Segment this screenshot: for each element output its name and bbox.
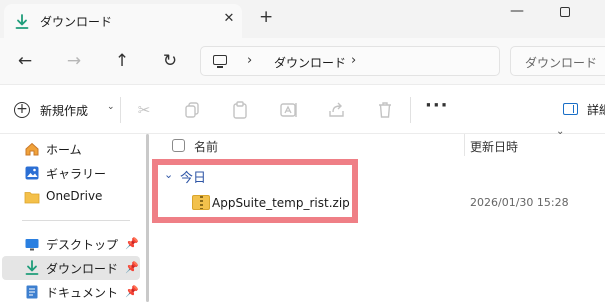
sidebar-divider: [22, 220, 130, 221]
navigation-pane: ホーム ギャラリー OneDrive デスクトップ 📌 ダウンロード 📌 ドキュ…: [0, 134, 149, 302]
sidebar-item-label: デスクトップ: [46, 238, 119, 252]
chevron-down-icon: ⌄: [107, 102, 115, 112]
sidebar-item-desktop[interactable]: デスクトップ 📌: [2, 232, 140, 256]
sidebar-item-onedrive[interactable]: OneDrive: [2, 185, 140, 209]
new-tab-button[interactable]: +: [259, 7, 273, 27]
sidebar-item-documents[interactable]: ドキュメント 📌: [2, 280, 140, 302]
up-button[interactable]: ↑: [111, 50, 133, 72]
folder-icon: [24, 192, 40, 204]
sidebar-item-label: ドキュメント: [46, 286, 119, 300]
tab-downloads[interactable]: ダウンロード ✕: [4, 4, 242, 38]
sort-chevron-icon: ⌄: [556, 126, 565, 137]
pin-icon: 📌: [125, 261, 139, 274]
share-icon[interactable]: [326, 99, 348, 121]
home-icon: [25, 142, 39, 156]
column-divider[interactable]: [464, 134, 465, 156]
copy-icon[interactable]: [182, 99, 204, 121]
navigation-bar: ← → ↑ ↻ › ダウンロード › ダウンロード: [0, 38, 605, 84]
breadcrumb-chevron-icon[interactable]: ›: [247, 53, 252, 68]
toolbar-divider: [410, 97, 411, 123]
back-button[interactable]: ←: [14, 50, 36, 72]
new-button-label: 新規作成: [40, 104, 89, 118]
more-options-icon[interactable]: ···: [425, 95, 449, 116]
file-row[interactable]: AppSuite_temp_rist.zip: [168, 192, 350, 216]
file-list: 名前 更新日時 ⌄ ⌄ 今日 AppSuite_temp_rist.zip 20…: [152, 126, 605, 302]
file-modified-date: 2026/01/30 15:28: [470, 196, 569, 209]
sidebar-item-label: ホーム: [46, 143, 82, 157]
forward-button[interactable]: →: [63, 50, 85, 72]
zip-folder-icon: [192, 195, 210, 210]
sidebar-item-downloads[interactable]: ダウンロード 📌: [2, 256, 140, 280]
minimize-button[interactable]: —: [510, 3, 524, 19]
this-pc-icon[interactable]: [213, 55, 227, 68]
group-collapse-chevron-icon[interactable]: ⌄: [164, 168, 173, 181]
document-icon: [26, 285, 38, 299]
command-bar: + 新規作成 ⌄ ✂ ··· 詳細: [0, 84, 605, 134]
search-input[interactable]: ダウンロード: [510, 46, 605, 76]
column-header-date[interactable]: 更新日時: [470, 138, 518, 155]
pin-icon: 📌: [125, 237, 139, 250]
column-header-name[interactable]: 名前: [194, 138, 218, 155]
group-header-today[interactable]: 今日: [180, 167, 206, 186]
breadcrumb-downloads[interactable]: ダウンロード: [274, 54, 346, 71]
download-icon: [25, 260, 39, 275]
select-all-checkbox[interactable]: [172, 139, 185, 152]
add-circle-icon: +: [14, 102, 30, 118]
close-tab-icon[interactable]: ✕: [220, 11, 238, 26]
toolbar-divider: [120, 97, 121, 123]
maximize-button[interactable]: [560, 7, 570, 17]
desktop-icon: [25, 239, 39, 251]
sidebar-item-gallery[interactable]: ギャラリー: [2, 161, 140, 185]
rename-icon[interactable]: [278, 99, 300, 121]
gallery-icon: [25, 166, 39, 180]
address-bar[interactable]: › ダウンロード ›: [200, 46, 500, 76]
pin-icon: 📌: [125, 285, 139, 298]
sidebar-item-label: OneDrive: [46, 189, 103, 203]
file-name: AppSuite_temp_rist.zip: [212, 196, 350, 210]
search-placeholder: ダウンロード: [525, 56, 598, 70]
tab-title: ダウンロード: [40, 15, 113, 29]
cut-icon[interactable]: ✂: [133, 99, 155, 121]
sidebar-item-home[interactable]: ホーム: [2, 137, 140, 161]
tab-strip: ダウンロード ✕ + —: [0, 0, 605, 38]
breadcrumb-chevron-icon[interactable]: ›: [351, 53, 356, 68]
sidebar-item-label: ギャラリー: [46, 167, 107, 181]
details-label: 詳細: [587, 103, 605, 117]
details-pane-icon: [563, 103, 578, 115]
paste-icon[interactable]: [229, 99, 251, 121]
sidebar-scrollbar[interactable]: [146, 134, 149, 302]
sidebar-item-label: ダウンロード: [46, 262, 119, 276]
refresh-button[interactable]: ↻: [159, 50, 181, 72]
delete-icon[interactable]: [374, 99, 396, 121]
download-icon: [15, 14, 29, 29]
